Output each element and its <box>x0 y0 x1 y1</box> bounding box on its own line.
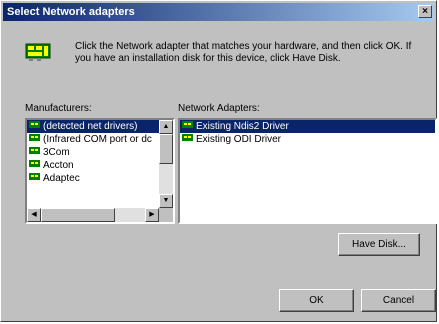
adapter-card-icon <box>182 121 193 128</box>
network-adapter-icon <box>25 43 51 61</box>
scrollbar-corner <box>159 208 173 222</box>
vertical-scroll-thumb[interactable] <box>159 134 173 164</box>
have-disk-button[interactable]: Have Disk... <box>338 233 420 256</box>
network-adapters-label: Network Adapters: <box>178 103 260 114</box>
list-item[interactable]: Existing ODI Driver <box>180 133 435 146</box>
close-button[interactable]: × <box>418 5 432 18</box>
scroll-left-button[interactable]: ◀ <box>27 208 41 222</box>
scroll-down-button[interactable]: ▼ <box>159 194 173 208</box>
triangle-up-icon: ▲ <box>162 123 170 130</box>
scroll-up-button[interactable]: ▲ <box>159 120 173 134</box>
list-item[interactable]: Existing Ndis2 Driver <box>180 120 435 133</box>
list-item[interactable]: (Infrared COM port or dc <box>27 133 173 146</box>
instruction-text: Click the Network adapter that matches y… <box>75 41 412 64</box>
list-item[interactable]: Adaptec <box>27 172 173 185</box>
cancel-button[interactable]: Cancel <box>361 289 436 312</box>
triangle-left-icon: ◀ <box>31 211 37 218</box>
select-network-adapters-dialog: Select Network adapters × Click the Netw… <box>0 0 437 322</box>
adapter-card-icon <box>29 121 40 128</box>
horizontal-scroll-thumb[interactable] <box>41 208 115 222</box>
title-bar[interactable]: Select Network adapters × <box>3 3 434 21</box>
adapter-card-icon <box>29 147 40 154</box>
scroll-right-button[interactable]: ▶ <box>145 208 159 222</box>
manufacturers-label: Manufacturers: <box>25 103 92 114</box>
adapter-card-icon <box>29 134 40 141</box>
manufacturers-horizontal-scrollbar[interactable]: ◀ ▶ <box>27 208 159 222</box>
list-item[interactable]: Accton <box>27 159 173 172</box>
manufacturers-listbox[interactable]: (detected net drivers) (Infrared COM por… <box>25 118 175 224</box>
list-item[interactable]: 3Com <box>27 146 173 159</box>
ok-button[interactable]: OK <box>279 289 354 312</box>
manufacturers-vertical-scrollbar[interactable]: ▲ ▼ <box>159 120 173 208</box>
adapter-card-icon <box>29 160 40 167</box>
adapter-card-icon <box>182 134 193 141</box>
network-adapters-listbox[interactable]: Existing Ndis2 Driver Existing ODI Drive… <box>178 118 437 224</box>
window-title: Select Network adapters <box>7 6 135 18</box>
adapter-card-icon <box>29 173 40 180</box>
close-icon: × <box>422 6 428 17</box>
triangle-down-icon: ▼ <box>162 197 170 204</box>
list-item[interactable]: (detected net drivers) <box>27 120 173 133</box>
triangle-right-icon: ▶ <box>149 211 155 218</box>
